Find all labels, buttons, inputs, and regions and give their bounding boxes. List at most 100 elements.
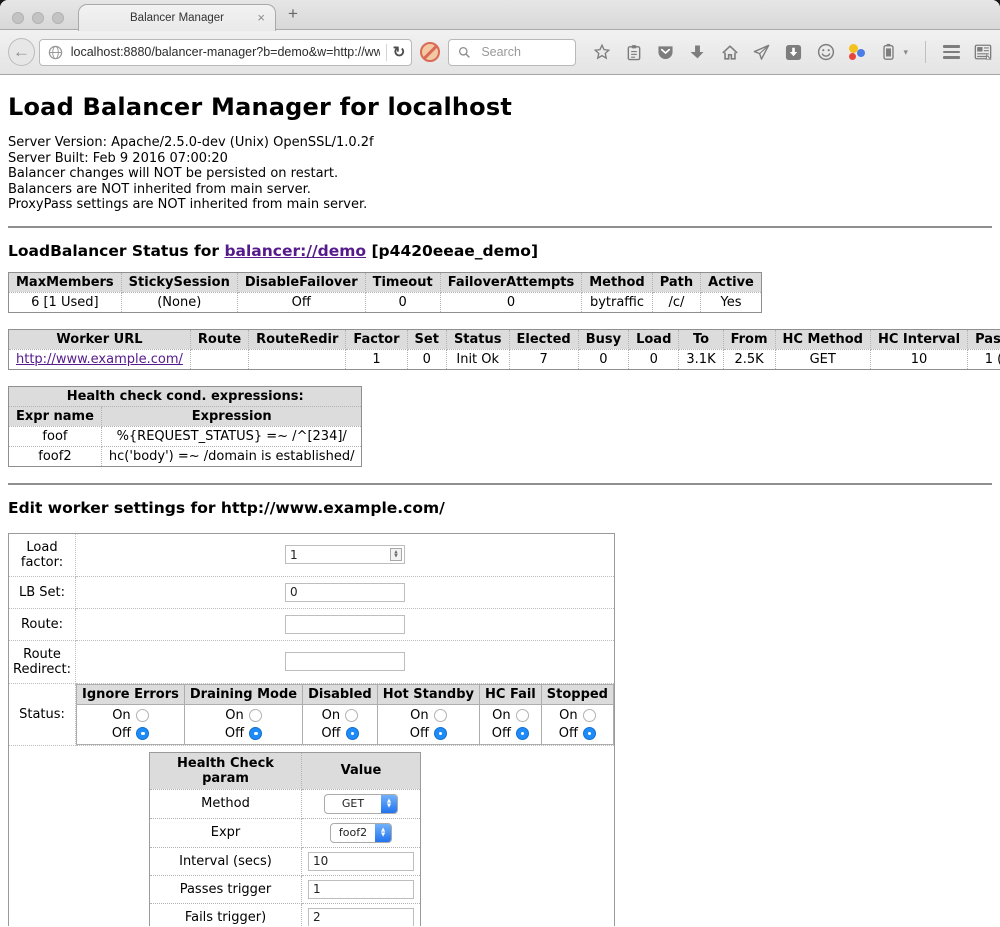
stopped-on-radio[interactable] [583, 709, 596, 722]
hc-fail-off-radio[interactable] [516, 727, 529, 740]
content-blocked-icon[interactable] [420, 42, 440, 62]
lb-set-input[interactable] [285, 583, 405, 602]
val-set: 0 [407, 349, 446, 369]
balancer-heading-prefix: LoadBalancer Status for [8, 242, 224, 260]
url-text[interactable]: localhost:8880/balancer-manager?b=demo&w… [71, 45, 380, 59]
proxypass-note-line: ProxyPass settings are NOT inherited fro… [8, 197, 992, 213]
download-arrow-icon[interactable] [688, 43, 707, 62]
val-maxmembers: 6 [1 Used] [9, 292, 122, 312]
status-label: Status: [9, 683, 76, 745]
new-tab-button[interactable]: + [288, 4, 298, 24]
route-redirect-input[interactable] [285, 652, 405, 671]
search-icon [455, 43, 474, 62]
table-header-row: Expr name Expression [9, 406, 362, 426]
table-header-row: Ignore Errors Draining Mode Disabled Hot… [77, 684, 614, 704]
close-window-button[interactable] [12, 12, 24, 24]
server-version-line: Server Version: Apache/2.5.0-dev (Unix) … [8, 135, 992, 151]
hc-method-select[interactable]: GET ▲▼ [324, 794, 398, 814]
home-icon[interactable] [720, 43, 739, 62]
route-row: Route: [9, 608, 615, 640]
download-square-icon[interactable] [784, 43, 803, 62]
hc-interval-input[interactable] [308, 852, 414, 871]
select-stepper-icon: ▲▼ [381, 795, 397, 813]
hc-fail-on-radio[interactable] [516, 709, 529, 722]
col-active: Active [701, 272, 762, 292]
number-spinner-icon[interactable]: ▲▼ [390, 548, 402, 561]
menu-hamburger-icon[interactable] [943, 45, 960, 59]
tab-title: Balancer Manager [130, 12, 224, 24]
hc-fails-input[interactable] [308, 908, 414, 927]
val-disablefailover: Off [237, 292, 365, 312]
hot-standby-off-radio[interactable] [434, 727, 447, 740]
hc-passes-label: Passes trigger [150, 875, 302, 903]
val-active: Yes [701, 292, 762, 312]
tab-balancer-manager[interactable]: Balancer Manager × [78, 4, 276, 31]
hc-expr-select[interactable]: foof2 ▲▼ [330, 823, 392, 843]
zoom-window-button[interactable] [52, 12, 64, 24]
route-redirect-label: Route Redirect: [9, 640, 76, 683]
page-content: Load Balancer Manager for localhost Serv… [0, 75, 1000, 926]
clipboard-icon[interactable] [624, 43, 643, 62]
reload-icon[interactable]: ↻ [393, 43, 406, 61]
radio-row: On Off On Off On Off [77, 704, 614, 744]
hc-fails-label: Fails trigger) [150, 903, 302, 926]
disabled-off-radio[interactable] [346, 727, 359, 740]
draining-mode-off-radio[interactable] [249, 727, 262, 740]
val-load: 0 [629, 349, 679, 369]
send-icon[interactable] [752, 43, 771, 62]
val-factor: 1 [346, 349, 407, 369]
col-disablefailover: DisableFailover [237, 272, 365, 292]
ignore-errors-off-radio[interactable] [136, 727, 149, 740]
newspaper-icon[interactable] [973, 43, 992, 62]
disabled-on-radio[interactable] [345, 709, 358, 722]
smiley-icon[interactable] [816, 43, 835, 62]
toolbar-divider [925, 41, 926, 63]
radio-off-label: Off [410, 726, 429, 741]
search-input[interactable] [479, 44, 569, 60]
col-passes: Passes [968, 329, 1000, 349]
ignore-errors-on-radio[interactable] [136, 709, 149, 722]
col-elected: Elected [509, 329, 578, 349]
minimize-window-button[interactable] [32, 12, 44, 24]
lb-set-row: LB Set: [9, 576, 615, 608]
worker-settings-form: Load factor: ▲▼ LB Set: Route: Route Red… [8, 533, 615, 927]
route-redirect-row: Route Redirect: [9, 640, 615, 683]
tab-close-icon[interactable]: × [257, 10, 265, 25]
radio-on-label: On [112, 708, 130, 723]
hc-interval-label: Interval (secs) [150, 847, 302, 875]
stopped-off-radio[interactable] [583, 727, 596, 740]
col-factor: Factor [346, 329, 407, 349]
back-button[interactable]: ← [8, 38, 35, 66]
url-bar[interactable]: localhost:8880/balancer-manager?b=demo&w… [39, 39, 413, 66]
hc-passes-input[interactable] [308, 880, 414, 899]
route-input[interactable] [285, 615, 405, 634]
col-set: Set [407, 329, 446, 349]
window-controls[interactable] [12, 12, 64, 24]
val-to: 3.1K [679, 349, 723, 369]
load-factor-input[interactable] [285, 545, 405, 564]
worker-url-link[interactable]: http://www.example.com/ [16, 352, 183, 367]
search-bar[interactable] [448, 39, 576, 66]
draining-mode-on-radio[interactable] [249, 709, 262, 722]
expr-name-foof: foof [9, 426, 102, 446]
balancer-heading-suffix: [p4420eeae_demo] [366, 242, 538, 260]
dropdown-caret-icon[interactable]: ▾ [903, 47, 908, 58]
radio-on-label: On [322, 708, 340, 723]
battery-icon[interactable] [879, 43, 898, 62]
radio-on-label: On [492, 708, 510, 723]
hc-expr-row: Expr foof2 ▲▼ [150, 818, 421, 847]
pocket-icon[interactable] [656, 43, 675, 62]
extension-dots-icon[interactable] [848, 43, 866, 61]
hot-standby-on-radio[interactable] [434, 709, 447, 722]
route-label: Route: [9, 608, 76, 640]
val-busy: 0 [578, 349, 628, 369]
hc-method-row: Method GET ▲▼ [150, 789, 421, 818]
status-row: Status: Ignore Errors Draining Mode Disa… [9, 683, 615, 745]
val-from: 2.5K [723, 349, 775, 369]
bookmark-star-icon[interactable] [592, 43, 611, 62]
col-worker-url: Worker URL [9, 329, 191, 349]
radio-off-label: Off [225, 726, 244, 741]
server-info: Server Version: Apache/2.5.0-dev (Unix) … [8, 135, 992, 213]
col-expr-name: Expr name [9, 406, 102, 426]
balancer-demo-link[interactable]: balancer://demo [224, 242, 366, 260]
